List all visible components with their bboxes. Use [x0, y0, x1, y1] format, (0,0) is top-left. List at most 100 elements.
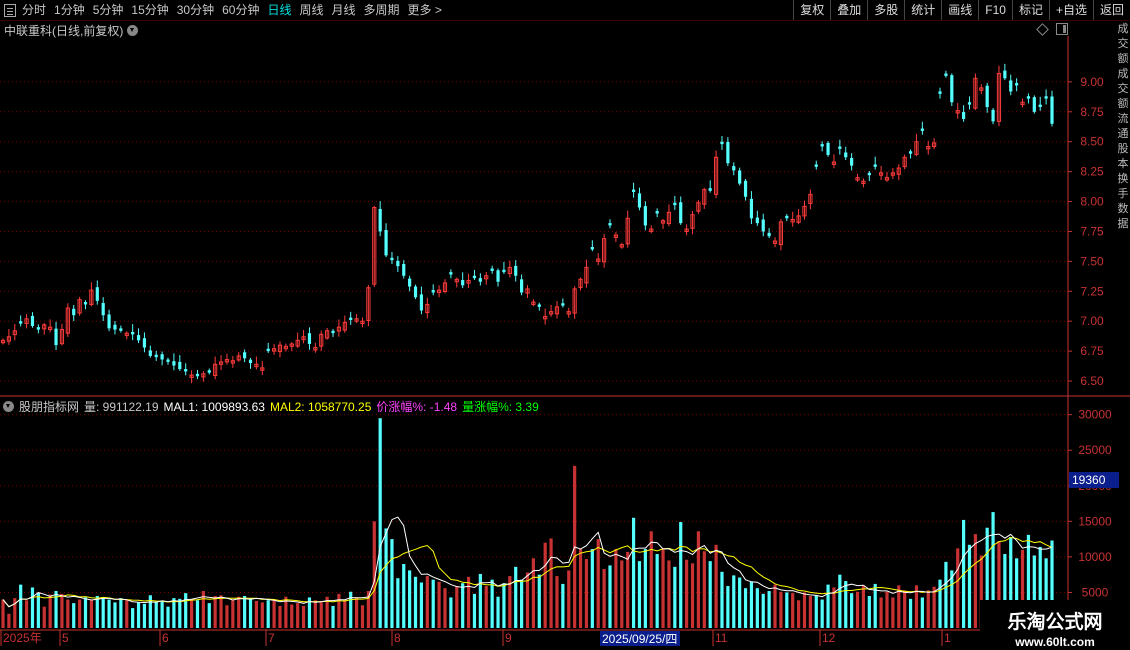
volume-bar-down [83, 597, 88, 628]
volume-bar-up [543, 542, 547, 628]
candle-body-down [991, 109, 995, 122]
volume-bar-down [496, 596, 500, 628]
diamond-icon[interactable] [1036, 22, 1049, 36]
volume-tick-label: 15000 [1078, 514, 1112, 528]
volume-bar-up [42, 606, 46, 628]
candle-body-down [384, 230, 388, 256]
volume-bar-up [360, 605, 365, 628]
dropdown-icon[interactable] [127, 25, 139, 36]
side-panel-strip[interactable]: 成交额成交额流通股本换手数据 [1117, 22, 1130, 392]
candle-body-down [166, 359, 170, 362]
indicator-name[interactable]: 股朋指标网 [19, 398, 79, 415]
volume-bar-down [378, 418, 382, 628]
candle-body-down [195, 373, 200, 377]
candle-body-down [402, 264, 406, 276]
volume-bar-up [337, 593, 341, 628]
candle-body-down [207, 370, 211, 373]
volume-bar-down [637, 561, 642, 628]
panel-toggle-icon[interactable] [1056, 23, 1068, 35]
volume-bar-down [207, 603, 211, 628]
volume-bar-up [649, 531, 653, 628]
volume-bar-up [484, 586, 488, 628]
volume-bar-down [655, 554, 659, 628]
volume-bar-up [225, 605, 229, 628]
month-label: 9 [505, 631, 512, 645]
month-label: 5 [62, 631, 69, 645]
volume-bar-down [749, 581, 754, 628]
volume-bar-down [136, 602, 141, 628]
candlestick-chart[interactable]: 9.00 8.75 8.50 8.25 8.00 7.75 7.50 7.25 7.00 6.75… [0, 0, 1130, 650]
side-strip-char: 交 [1117, 83, 1129, 95]
candle-body-down [413, 286, 418, 298]
volume-bar-down [743, 588, 748, 628]
volume-bar-down [738, 577, 742, 628]
volume-bar-up [1, 599, 5, 628]
volume-bar-up [956, 548, 960, 628]
candle-body-down [1026, 96, 1031, 99]
volume-bar-down [101, 598, 105, 628]
volume-bar-up [319, 602, 323, 628]
volume-bar-up [437, 581, 441, 628]
volume-bar-up [791, 593, 795, 628]
candle-body-down [19, 321, 23, 324]
volume-bar-down [243, 596, 247, 628]
candle-body-down [720, 141, 724, 145]
price-tick-label: 6.75 [1080, 344, 1104, 358]
volume-bar-up [773, 584, 777, 628]
candle-body-down [408, 278, 412, 287]
chart-corner-controls [1036, 22, 1068, 36]
volume-bar-up [78, 599, 82, 628]
candle-body-down [561, 303, 565, 306]
candle-body-down [950, 75, 954, 103]
volume-bar-up [296, 603, 300, 628]
price-tick-label: 6.50 [1080, 374, 1104, 388]
volume-bar-down [561, 583, 565, 628]
volume-bar-up [231, 600, 235, 628]
volume-bar-up [714, 544, 718, 628]
candle-body-down [514, 265, 518, 276]
volume-bar-down [195, 600, 200, 628]
candle-body-down [844, 152, 848, 158]
volume-bar-down [178, 598, 182, 628]
volume-bar-up [567, 570, 571, 628]
volume-bar-down [154, 601, 158, 628]
candle-body-down [248, 359, 253, 364]
candle-body-down [1038, 104, 1042, 108]
volume-bar-down [390, 539, 394, 628]
volume-bar-up [903, 590, 907, 628]
volume-bar-down [520, 579, 524, 628]
volume-bar-down [431, 579, 435, 628]
volume-bar-down [30, 587, 35, 628]
volume-bar-up [879, 597, 883, 628]
volume-bar-down [850, 593, 854, 628]
volume-bar-up [690, 563, 695, 628]
price-tick-label: 9.00 [1080, 75, 1104, 89]
volume-bar-up [60, 593, 64, 628]
volume-bar-down [726, 586, 730, 628]
volume-bar-up [932, 586, 936, 628]
volume-bar-down [160, 600, 164, 628]
price-tick-label: 7.00 [1080, 314, 1104, 328]
volume-bar-down [826, 584, 830, 628]
candle-body-down [378, 208, 382, 232]
side-strip-char: 据 [1117, 218, 1129, 230]
volume-bar-down [844, 581, 848, 628]
volume-bar-down [131, 608, 135, 628]
volume-bar-up [89, 600, 93, 628]
candle-body-down [938, 91, 942, 94]
volume-bar-up [290, 604, 294, 628]
volume-bar-down [920, 597, 924, 628]
candle-body-down [54, 328, 58, 346]
month-label: 7 [268, 631, 275, 645]
candle-body-down [767, 232, 771, 237]
candle-body-down [148, 350, 152, 356]
indicator-dropdown-icon[interactable] [3, 401, 14, 412]
volume-bar-up [343, 599, 347, 628]
volume-bar-down [590, 549, 594, 628]
candle-body-down [732, 166, 736, 171]
volume-bar-down [537, 574, 541, 628]
volume-bar-up [620, 560, 624, 628]
volume-bar-up [626, 551, 630, 628]
volume-bar-up [685, 559, 689, 628]
candle-body-down [307, 333, 312, 344]
